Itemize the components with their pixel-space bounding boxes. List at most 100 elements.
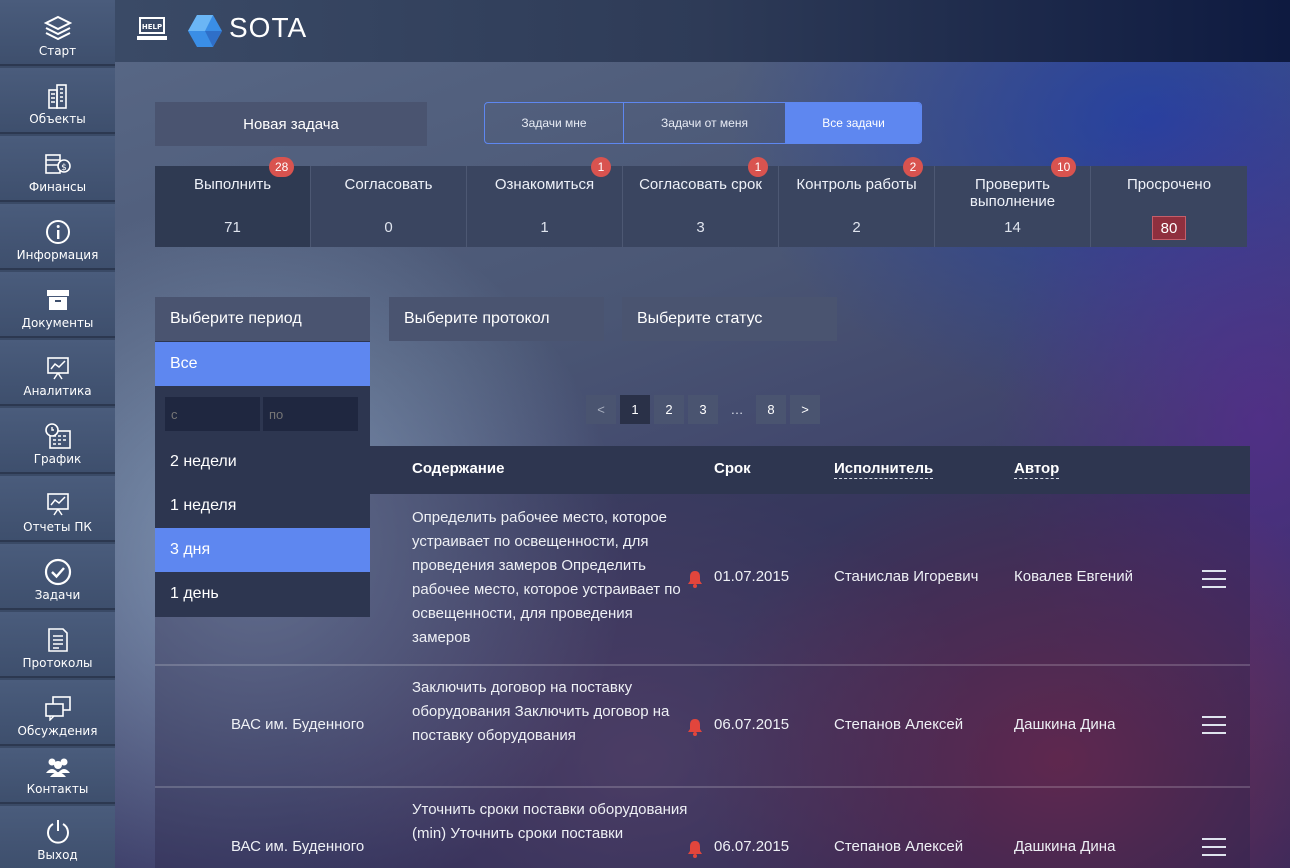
new-task-button[interactable]: Новая задача xyxy=(155,102,427,146)
presentation-chart-icon xyxy=(44,354,72,382)
date-to-field[interactable] xyxy=(263,397,358,431)
sidebar-item-start[interactable]: Старт xyxy=(0,0,115,66)
archive-box-icon xyxy=(44,286,72,314)
app-logo-text: SOTA xyxy=(229,12,308,43)
chat-windows-icon xyxy=(44,694,72,722)
sidebar-item-contacts[interactable]: Контакты xyxy=(0,748,115,804)
bell-icon xyxy=(687,718,703,736)
sidebar: Старт Объекты $ Финансы Информация Докум… xyxy=(0,0,115,868)
people-icon xyxy=(44,752,72,780)
column-header-assignee[interactable]: Исполнитель xyxy=(834,460,934,479)
row-content: Заключить договор на поставку оборудован… xyxy=(412,679,670,744)
period-option[interactable]: 1 день xyxy=(155,572,370,616)
status-tab-count: 14 xyxy=(1004,219,1021,236)
layers-icon xyxy=(43,14,72,42)
prev-page-button[interactable]: < xyxy=(586,395,616,424)
sidebar-item-label: Выход xyxy=(37,848,78,862)
column-header-author[interactable]: Автор xyxy=(1014,460,1060,479)
period-option-all[interactable]: Все xyxy=(155,342,370,386)
period-select[interactable]: Выберите период xyxy=(155,297,370,341)
status-tab-title: Согласовать срок xyxy=(639,176,762,193)
row-due-date: 06.07.2015 xyxy=(714,716,790,733)
help-button[interactable]: HELP xyxy=(137,16,167,42)
status-tab-title: Просрочено xyxy=(1126,176,1212,193)
top-header: HELP SOTA xyxy=(115,0,1290,62)
info-icon xyxy=(44,218,72,246)
status-tab-overdue[interactable]: Просрочено 80 xyxy=(1091,166,1247,247)
period-option[interactable]: 2 недели xyxy=(155,440,370,484)
status-tab-approve-deadline[interactable]: Согласовать срок 3 1 xyxy=(623,157,779,247)
help-icon-label: HELP xyxy=(142,23,162,31)
row-object: ВАС им. Буденного xyxy=(231,716,365,733)
status-tab-count: 3 xyxy=(696,219,705,236)
sidebar-item-label: Финансы xyxy=(28,180,87,194)
document-list-icon xyxy=(44,626,72,654)
status-badge: 1 xyxy=(748,157,768,177)
row-object: ВАС им. Буденного xyxy=(231,838,365,855)
row-menu-icon[interactable] xyxy=(1202,838,1226,860)
sidebar-item-label: Старт xyxy=(38,44,77,58)
period-option[interactable]: 1 неделя xyxy=(155,484,370,528)
table-row[interactable]: ВАС им. Буденного Уточнить сроки поставк… xyxy=(155,788,1250,868)
sidebar-item-objects[interactable]: Объекты xyxy=(0,68,115,134)
sidebar-item-analytics[interactable]: Аналитика xyxy=(0,340,115,406)
page-button[interactable]: 8 xyxy=(756,395,786,424)
sidebar-item-reports[interactable]: Отчеты ПК xyxy=(0,476,115,542)
status-tab-approve[interactable]: Согласовать 0 xyxy=(311,166,467,247)
status-tab-title: Ознакомиться xyxy=(494,176,595,193)
sidebar-item-label: Документы xyxy=(21,316,94,330)
status-tab-title: Контроль работы xyxy=(796,176,917,193)
tab-all-tasks[interactable]: Все задачи xyxy=(786,103,921,143)
buildings-icon xyxy=(44,82,72,110)
sidebar-item-schedule[interactable]: График xyxy=(0,408,115,474)
page-button[interactable]: 1 xyxy=(620,395,650,424)
period-option[interactable]: 3 дня xyxy=(155,528,370,572)
status-badge: 28 xyxy=(269,157,295,177)
sidebar-item-label: Объекты xyxy=(29,112,86,126)
status-badge: 1 xyxy=(591,157,611,177)
status-tab-acknowledge[interactable]: Ознакомиться 1 1 xyxy=(467,157,623,247)
sidebar-item-info[interactable]: Информация xyxy=(0,204,115,270)
row-assignee: Станислав Игоревич xyxy=(834,568,979,585)
row-content: Определить рабочее место, которое устраи… xyxy=(412,509,681,646)
sidebar-item-finance[interactable]: $ Финансы xyxy=(0,136,115,202)
next-page-button[interactable]: > xyxy=(790,395,820,424)
row-due-date: 01.07.2015 xyxy=(714,568,790,585)
sidebar-item-label: Отчеты ПК xyxy=(23,520,92,534)
sidebar-item-documents[interactable]: Документы xyxy=(0,272,115,338)
tab-tasks-to-me[interactable]: Задачи мне xyxy=(485,103,624,143)
column-header-due[interactable]: Срок xyxy=(714,460,751,477)
sidebar-item-label: Обсуждения xyxy=(17,724,98,738)
row-assignee: Степанов Алексей xyxy=(834,716,964,733)
date-from-field[interactable] xyxy=(165,397,260,431)
protocol-select[interactable]: Выберите протокол xyxy=(389,297,604,341)
check-circle-icon xyxy=(44,558,72,586)
row-author: Ковалев Евгений xyxy=(1014,568,1133,585)
sidebar-item-protocols[interactable]: Протоколы xyxy=(0,612,115,678)
sidebar-item-logout[interactable]: Выход xyxy=(0,806,115,868)
sidebar-item-discussions[interactable]: Обсуждения xyxy=(0,680,115,746)
sidebar-item-label: Аналитика xyxy=(23,384,92,398)
bell-icon xyxy=(687,840,703,858)
bell-icon xyxy=(687,570,703,588)
status-tab-check-execution[interactable]: Проверить выполнение 14 10 xyxy=(935,157,1091,247)
page-button[interactable]: 2 xyxy=(654,395,684,424)
money-icon: $ xyxy=(44,150,72,178)
status-tab-count: 1 xyxy=(540,219,549,236)
status-tab-title: Проверить выполнение xyxy=(969,176,1056,210)
status-tab-execute[interactable]: Выполнить 71 28 xyxy=(155,157,311,247)
table-row[interactable]: ВАС им. Буденного Заключить договор на п… xyxy=(155,666,1250,788)
row-menu-icon[interactable] xyxy=(1202,716,1226,738)
row-menu-icon[interactable] xyxy=(1202,570,1226,592)
sidebar-item-label: Информация xyxy=(16,248,99,262)
page-ellipsis: … xyxy=(730,402,744,417)
calendar-clock-icon xyxy=(44,422,72,450)
page-button[interactable]: 3 xyxy=(688,395,718,424)
row-content: Уточнить сроки поставки оборудования (mi… xyxy=(412,801,688,842)
sidebar-item-tasks[interactable]: Задачи xyxy=(0,544,115,610)
task-status-tabs: Выполнить 71 28 Согласовать 0 Ознакомить… xyxy=(155,157,1248,247)
status-tab-work-control[interactable]: Контроль работы 2 2 xyxy=(779,157,935,247)
status-select[interactable]: Выберите статус xyxy=(622,297,837,341)
task-scope-switch: Задачи мне Задачи от меня Все задачи xyxy=(484,102,922,144)
tab-tasks-from-me[interactable]: Задачи от меня xyxy=(624,103,786,143)
